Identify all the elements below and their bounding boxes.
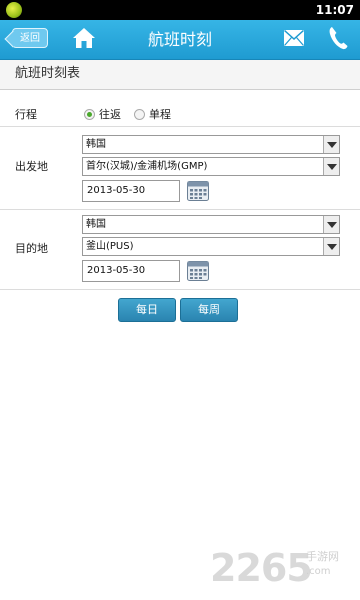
chevron-down-icon xyxy=(323,136,339,153)
watermark-digits: 2265 xyxy=(210,546,313,590)
destination-airport-value: 釜山(PUS) xyxy=(86,241,134,252)
divider xyxy=(0,289,360,290)
divider xyxy=(0,126,360,127)
daily-button[interactable]: 每日 xyxy=(118,298,176,322)
destination-label: 目的地 xyxy=(15,242,48,255)
back-button-label: 返回 xyxy=(20,33,40,44)
calendar-icon[interactable] xyxy=(187,261,209,281)
page-title: 航班时刻 xyxy=(147,30,212,49)
chevron-down-icon xyxy=(323,216,339,233)
mail-icon[interactable] xyxy=(284,30,304,46)
destination-airport-select[interactable]: 釜山(PUS) xyxy=(82,237,340,256)
app-notification-icon xyxy=(6,2,22,18)
title-bar: 返回 航班时刻 xyxy=(0,20,360,60)
watermark-logo: 2265 手游网 .com xyxy=(210,546,360,590)
watermark-label: 手游网 xyxy=(306,550,339,563)
status-bar: 11:07 xyxy=(0,0,360,20)
section-title: 航班时刻表 xyxy=(15,66,81,81)
watermark-site: .com xyxy=(306,566,331,577)
home-icon[interactable] xyxy=(72,27,96,49)
trip-label: 行程 xyxy=(15,108,37,121)
one-way-radio[interactable] xyxy=(134,109,145,120)
weekly-button[interactable]: 每周 xyxy=(180,298,238,322)
chevron-down-icon xyxy=(323,238,339,255)
section-header: 航班时刻表 xyxy=(0,60,360,90)
destination-country-select[interactable]: 韩国 xyxy=(82,215,340,234)
back-button[interactable]: 返回 xyxy=(12,28,48,48)
calendar-icon[interactable] xyxy=(187,181,209,201)
departure-country-value: 韩国 xyxy=(86,139,106,150)
destination-date-input[interactable]: 2013-05-30 xyxy=(82,260,180,282)
round-trip-label[interactable]: 往返 xyxy=(99,106,121,122)
departure-airport-select[interactable]: 首尔(汉城)/金浦机场(GMP) xyxy=(82,157,340,176)
departure-airport-value: 首尔(汉城)/金浦机场(GMP) xyxy=(86,161,208,172)
round-trip-radio[interactable] xyxy=(84,109,95,120)
departure-country-select[interactable]: 韩国 xyxy=(82,135,340,154)
one-way-label[interactable]: 单程 xyxy=(149,106,171,122)
departure-label: 出发地 xyxy=(15,160,48,173)
status-time: 11:07 xyxy=(315,3,354,17)
phone-icon[interactable] xyxy=(328,26,348,50)
divider xyxy=(0,209,360,210)
chevron-down-icon xyxy=(323,158,339,175)
departure-date-input[interactable]: 2013-05-30 xyxy=(82,180,180,202)
destination-country-value: 韩国 xyxy=(86,219,106,230)
